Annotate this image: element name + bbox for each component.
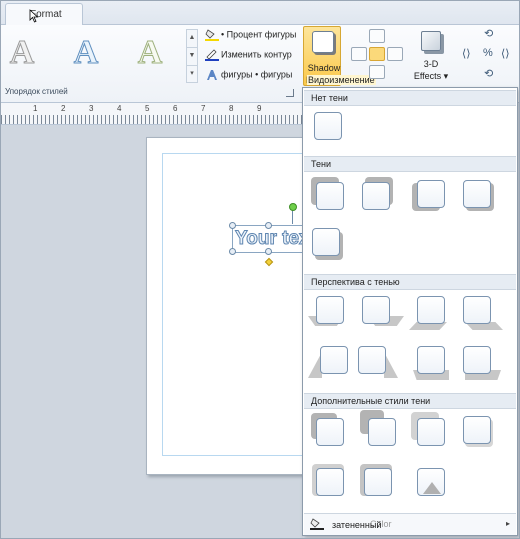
- shape-effects-label: фигуры • фигуры: [221, 69, 293, 80]
- section-additional-shadows: Дополнительные стили тени: [304, 393, 516, 409]
- gallery-down-icon[interactable]: ▼: [187, 48, 197, 66]
- application-window: Format A A A ▲ ▼ ▾ • Процент фигуры Изме…: [0, 0, 520, 539]
- additional-shadow-5[interactable]: [312, 464, 348, 500]
- page-margin-guide: [162, 153, 322, 456]
- shadow-color-icon: [310, 518, 324, 530]
- nudge-shadow-right-icon[interactable]: [387, 47, 403, 61]
- perspective-option-2[interactable]: [362, 296, 404, 330]
- paint-bucket-icon: [205, 29, 219, 41]
- additional-shadow-1[interactable]: [311, 413, 348, 450]
- text-effects-icon: [205, 69, 219, 81]
- tilt-down-icon[interactable]: ⟲: [484, 67, 493, 80]
- shape-fill-button[interactable]: • Процент фигуры: [205, 29, 296, 45]
- ruler-number: 1: [33, 104, 38, 113]
- resize-handle[interactable]: [265, 248, 272, 255]
- perspective-option-8[interactable]: [463, 346, 501, 380]
- perspective-option-1[interactable]: [308, 296, 348, 330]
- ruler-number: 6: [173, 104, 178, 113]
- shadow-color-menu-item[interactable]: Color затененный ▸: [304, 513, 516, 535]
- nudge-shadow-up-icon[interactable]: [369, 29, 385, 43]
- ribbon-tab-strip: Format: [1, 1, 519, 26]
- ruler-number: 7: [201, 104, 206, 113]
- resize-handle[interactable]: [229, 248, 236, 255]
- tab-format[interactable]: Format: [5, 3, 83, 26]
- section-no-shadow: Нет тени: [304, 90, 516, 106]
- ruler-number: 8: [229, 104, 234, 113]
- document-page[interactable]: Your text: [146, 137, 322, 475]
- perspective-option-3[interactable]: [409, 296, 449, 330]
- ruler-number: 4: [117, 104, 122, 113]
- shape-outline-label: Изменить контур: [221, 49, 292, 60]
- perspective-option-6[interactable]: [358, 346, 398, 380]
- wordart-style-blue[interactable]: A: [71, 33, 101, 73]
- shadow-option-drop-3[interactable]: [412, 180, 449, 214]
- wordart-style-green[interactable]: A: [135, 33, 165, 73]
- shadow-option-drop-1[interactable]: [311, 177, 348, 214]
- shadow-toggle-icon[interactable]: [369, 47, 385, 61]
- tilt-up-icon[interactable]: ⟲: [484, 27, 493, 40]
- shadow-color-label: затененный: [332, 520, 382, 530]
- section-shadows: Тени: [304, 156, 516, 172]
- shadow-icon: [312, 31, 334, 53]
- additional-shadow-6[interactable]: [360, 464, 396, 500]
- gallery-more-icon[interactable]: ▾: [187, 66, 197, 84]
- ruler-number: 5: [145, 104, 150, 113]
- additional-shadow-3[interactable]: [411, 412, 449, 450]
- shadow-option-drop-5[interactable]: [312, 228, 346, 262]
- pen-outline-icon: [205, 49, 219, 61]
- nudge-shadow-left-icon[interactable]: [351, 47, 367, 61]
- resize-handle[interactable]: [265, 222, 272, 229]
- ruler-number: 3: [89, 104, 94, 113]
- perspective-option-7[interactable]: [413, 346, 449, 380]
- shadow-effects-dropdown: Нет тени Тени Перспектива с тенью Дополн…: [302, 87, 518, 536]
- submenu-arrow-icon: ▸: [505, 519, 510, 528]
- shape-fill-label: • Процент фигуры: [221, 29, 297, 40]
- shadow-label: Shadow: [307, 63, 341, 73]
- resize-handle[interactable]: [229, 222, 236, 229]
- perspective-option-4[interactable]: [463, 296, 503, 330]
- dialog-launcher-icon[interactable]: [286, 89, 294, 97]
- 3d-effects-label-line2: Effects ▾: [413, 71, 449, 81]
- ruler-number: 2: [61, 104, 66, 113]
- additional-shadow-4[interactable]: [463, 416, 497, 450]
- tilt-left-icon[interactable]: ⟨⟩: [462, 47, 471, 60]
- wordart-style-gray[interactable]: A: [7, 33, 37, 73]
- additional-shadow-2[interactable]: [360, 410, 400, 450]
- shape-effects-button[interactable]: фигуры • фигуры: [205, 69, 292, 85]
- horizontal-ruler: 1 2 3 4 5 6 7 8 9: [1, 103, 303, 125]
- tilt-right-icon[interactable]: ⟨⟩: [501, 47, 510, 60]
- change-shape-label: Видоизменение: [307, 75, 376, 85]
- 3d-effects-button[interactable]: 3-D Effects ▾: [410, 29, 452, 85]
- nudge-shadow-down-icon[interactable]: [369, 65, 385, 79]
- ruler-number: 9: [257, 104, 262, 113]
- shape-outline-button[interactable]: Изменить контур: [205, 49, 292, 65]
- group-label-wordart-styles: Упорядок стилей: [5, 87, 68, 96]
- 3d-toggle-icon[interactable]: %: [483, 47, 493, 59]
- perspective-option-5[interactable]: [308, 346, 348, 380]
- section-perspective-shadow: Перспектива с тенью: [304, 274, 516, 290]
- document-canvas: Your text: [1, 125, 322, 538]
- shadow-option-drop-2[interactable]: [362, 177, 396, 214]
- 3d-effects-label: 3-D: [423, 59, 439, 69]
- gallery-scroll[interactable]: ▲ ▼ ▾: [186, 29, 198, 83]
- shadow-option-none[interactable]: [314, 112, 348, 146]
- mouse-cursor-icon: [29, 9, 39, 23]
- rotate-handle[interactable]: [289, 203, 297, 211]
- shadow-option-drop-4[interactable]: [463, 180, 497, 214]
- additional-shadow-7[interactable]: [415, 466, 449, 500]
- gallery-up-icon[interactable]: ▲: [187, 30, 197, 48]
- 3d-cube-icon: [421, 31, 441, 51]
